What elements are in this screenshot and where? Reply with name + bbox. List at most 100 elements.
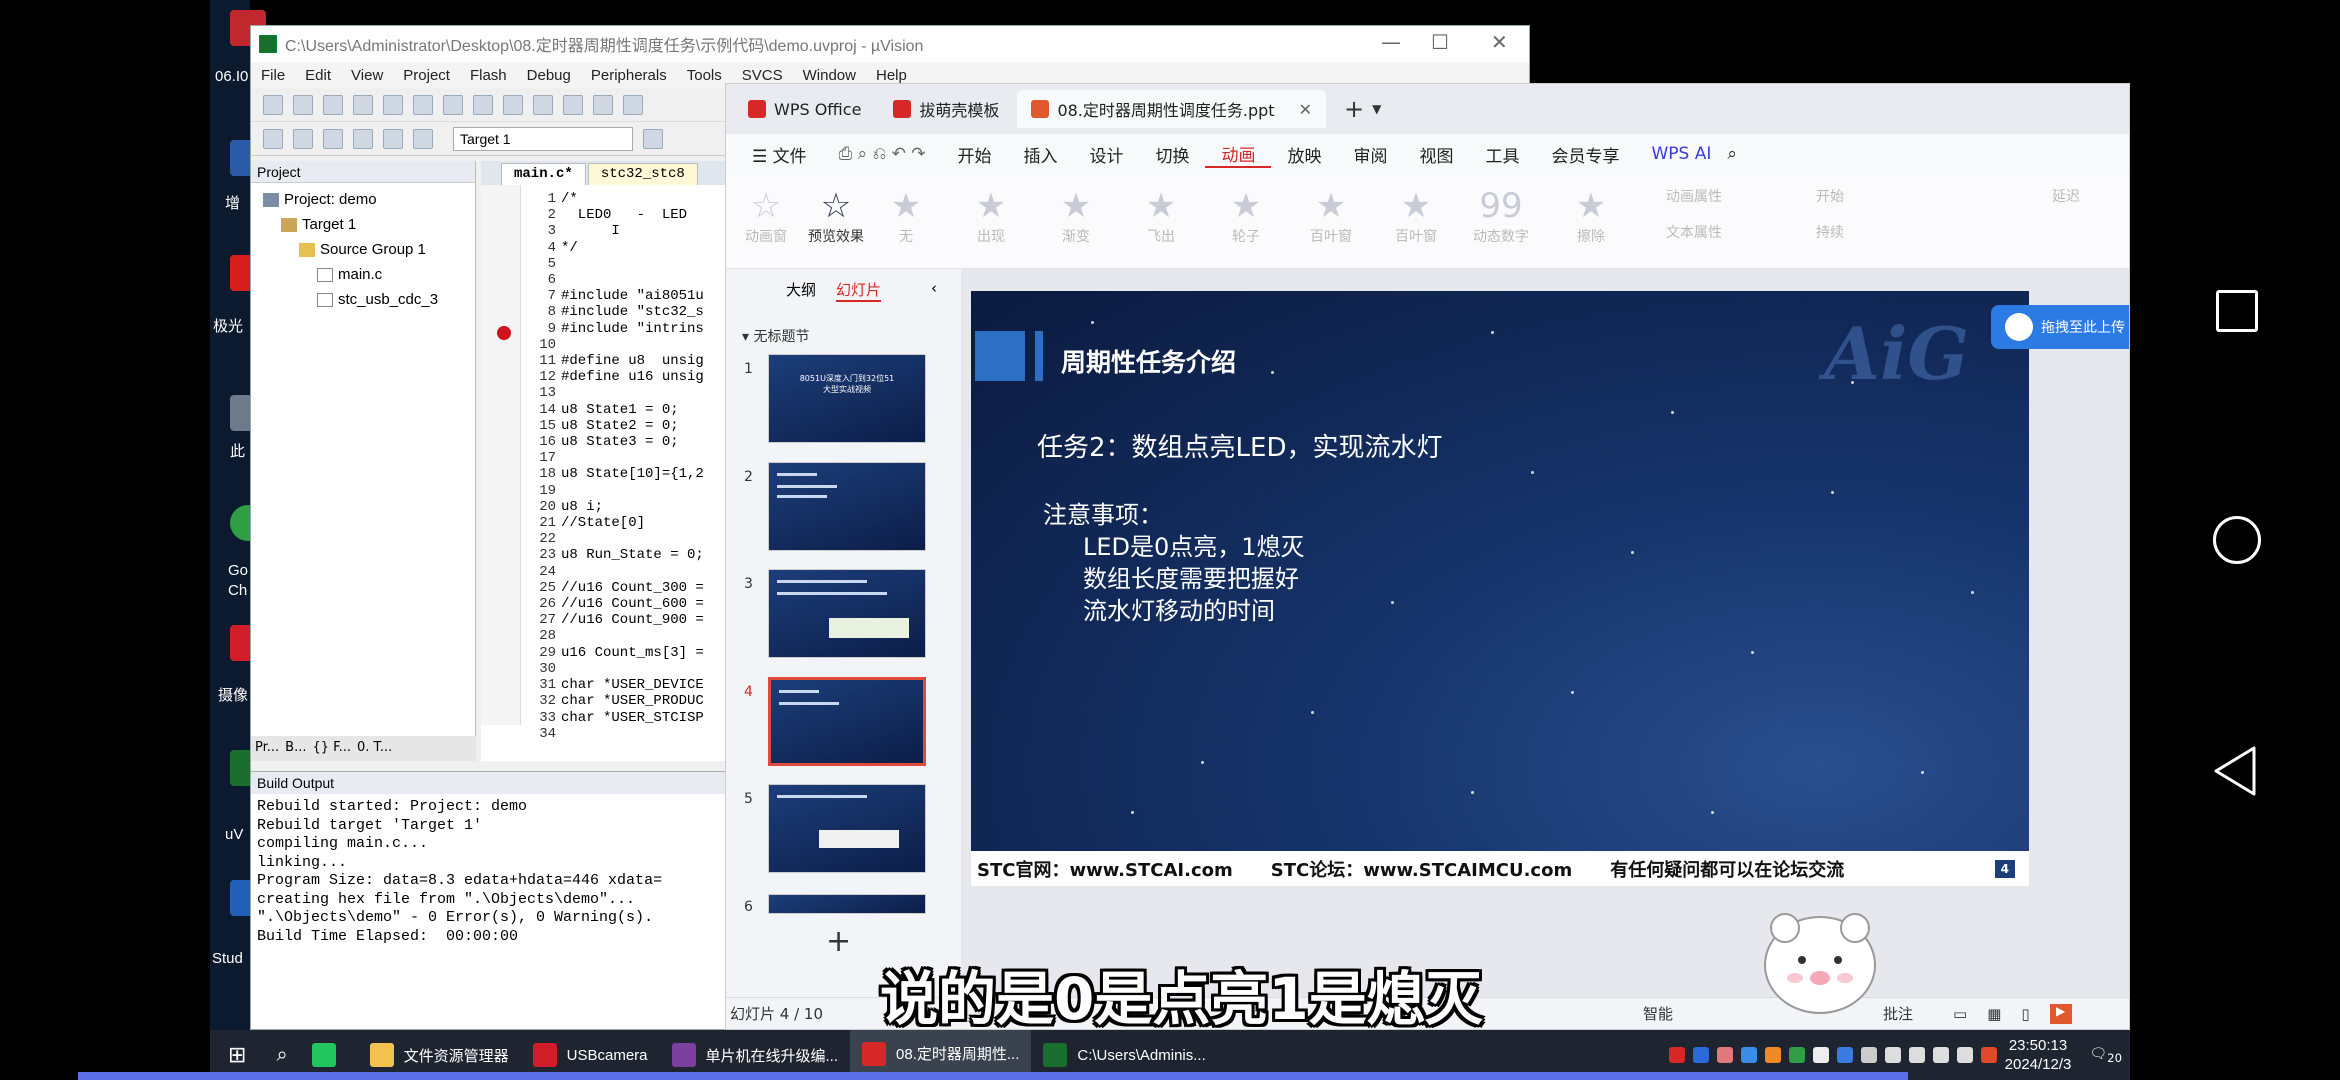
play-icon[interactable]: ▶ — [2049, 1003, 2072, 1024]
tab-main-c[interactable]: main.c* — [501, 163, 586, 185]
home-icon[interactable] — [2213, 516, 2261, 564]
tab-template[interactable]: 拔萌壳模板 — [879, 90, 1013, 128]
tree-file[interactable]: stc_usb_cdc_3 — [317, 291, 438, 308]
minimize-icon[interactable]: — — [1381, 30, 1401, 54]
menu-tools[interactable]: Tools — [677, 67, 732, 84]
ime-icon[interactable] — [1956, 1047, 1973, 1063]
tray-icon[interactable] — [1692, 1047, 1709, 1063]
tray-icon[interactable] — [1788, 1047, 1805, 1063]
anim-props[interactable]: 动画属性 文本属性 — [1666, 186, 1776, 242]
slide-thumbnail-selected[interactable] — [768, 677, 926, 766]
stop-build-icon[interactable] — [383, 128, 403, 149]
anim-wipe[interactable]: ★ 擦除 — [1556, 186, 1626, 246]
paste-icon[interactable] — [443, 94, 463, 115]
chevron-down-icon[interactable]: ▼ — [1372, 102, 1381, 116]
menu-insert[interactable]: 插入 — [1007, 142, 1073, 167]
slide-thumbnail[interactable] — [768, 569, 926, 658]
slide-thumbnail[interactable] — [768, 894, 926, 914]
mic-icon[interactable] — [1932, 1047, 1949, 1063]
section-title[interactable]: ▾ 无标题节 — [742, 326, 809, 346]
animation-pane-button[interactable]: ☆ 动画窗 — [731, 186, 801, 246]
bookmark-prev-icon[interactable] — [623, 94, 643, 115]
back-icon[interactable] — [2212, 745, 2258, 797]
wps-ai-button[interactable]: WPS AI — [1635, 144, 1727, 164]
tray-icon[interactable] — [1812, 1047, 1829, 1063]
menu-file[interactable]: ☰ 文件 — [736, 142, 823, 167]
slide-task-text[interactable]: 任务2：数组点亮LED，实现流水灯 — [1037, 427, 1442, 464]
translate-icon[interactable] — [263, 128, 283, 149]
tab-outline[interactable]: 大纲 — [786, 279, 816, 302]
nav-back-icon[interactable] — [533, 94, 553, 115]
normal-view-icon[interactable]: ▭ — [1953, 1005, 1967, 1023]
tab-project[interactable]: Pr... — [255, 740, 279, 757]
menu-view[interactable]: View — [341, 67, 393, 84]
preview-effect-button[interactable]: ☆ 预览效果 — [801, 186, 871, 246]
menu-design[interactable]: 设计 — [1073, 142, 1139, 167]
upload-button[interactable]: 拖拽至此上传 — [1991, 305, 2129, 349]
slide-title[interactable]: 周期性任务介绍 — [1061, 343, 1236, 379]
open-file-icon[interactable] — [293, 94, 313, 115]
maximize-icon[interactable]: ☐ — [1431, 30, 1449, 54]
tab-templates[interactable]: 0. T... — [357, 740, 392, 757]
tray-icon[interactable] — [1764, 1047, 1781, 1063]
tray-icon[interactable] — [1980, 1047, 1997, 1063]
tab-ppt[interactable]: 08.定时器周期性调度任务.ppt ✕ — [1017, 90, 1326, 128]
tab-wps-office[interactable]: WPS Office — [734, 90, 875, 128]
menu-vip[interactable]: 会员专享 — [1535, 142, 1635, 167]
tray-icon[interactable] — [1716, 1047, 1733, 1063]
menu-project[interactable]: Project — [393, 67, 460, 84]
menu-peripherals[interactable]: Peripherals — [581, 67, 677, 84]
menu-debug[interactable]: Debug — [517, 67, 581, 84]
menu-window[interactable]: Window — [793, 67, 866, 84]
code-text[interactable]: /* LED0 - LED I */ #include "ai8051u #in… — [561, 191, 704, 726]
target-options-icon[interactable] — [643, 128, 663, 149]
rebuild-icon[interactable] — [323, 128, 343, 149]
tree-file[interactable]: main.c — [317, 266, 382, 283]
volume-icon[interactable] — [1908, 1047, 1925, 1063]
clock[interactable]: 23:50:13 2024/12/3 — [2005, 1036, 2072, 1074]
anim-timing[interactable]: 开始 持续 — [1816, 186, 1896, 242]
anim-fade[interactable]: ★ 渐变 — [1041, 186, 1111, 246]
download-icon[interactable] — [413, 128, 433, 149]
save-icon[interactable] — [323, 94, 343, 115]
editor-gutter[interactable] — [481, 185, 521, 725]
slide-thumbnail[interactable]: 8051U深度入门到32位51大型实战视频 — [768, 354, 926, 443]
new-tab-icon[interactable]: + — [1344, 95, 1364, 123]
anim-none[interactable]: ★ 无 — [871, 186, 941, 246]
search-icon[interactable]: ⌕ — [1727, 144, 1737, 164]
menu-help[interactable]: Help — [866, 67, 917, 84]
anim-fly[interactable]: ★ 飞出 — [1126, 186, 1196, 246]
tree-project[interactable]: Project: demo — [263, 191, 377, 208]
network-icon[interactable] — [1884, 1047, 1901, 1063]
anim-blinds-2[interactable]: ★ 百叶窗 — [1381, 186, 1451, 246]
anim-dynamic-number[interactable]: 99 动态数字 — [1466, 186, 1536, 246]
tab-stc32[interactable]: stc32_stc8 — [587, 163, 698, 185]
menu-animation[interactable]: 动画 — [1205, 141, 1272, 168]
redo-icon[interactable] — [503, 94, 523, 115]
batch-build-icon[interactable] — [353, 128, 373, 149]
anim-wheel[interactable]: ★ 轮子 — [1211, 186, 1281, 246]
current-slide[interactable]: AiG 周期性任务介绍 任务2：数组点亮LED，实现流水灯 注意事项： LED是… — [971, 291, 2029, 886]
menu-review[interactable]: 审阅 — [1337, 142, 1403, 167]
menu-start[interactable]: 开始 — [941, 142, 1007, 167]
tray-icon[interactable] — [1740, 1047, 1757, 1063]
anim-blinds[interactable]: ★ 百叶窗 — [1296, 186, 1366, 246]
save-all-icon[interactable] — [353, 94, 373, 115]
menu-file[interactable]: File — [251, 67, 295, 84]
slide-thumbnail[interactable] — [768, 784, 926, 873]
cut-icon[interactable] — [383, 94, 403, 115]
tab-close-icon[interactable]: ✕ — [1299, 100, 1312, 119]
target-select[interactable]: Target 1 — [453, 126, 633, 151]
close-icon[interactable]: ✕ — [1491, 30, 1508, 54]
anim-appear[interactable]: ★ 出现 — [956, 186, 1026, 246]
anim-delay[interactable]: 延迟 — [2026, 186, 2106, 206]
build-icon[interactable] — [293, 128, 313, 149]
tray-icon[interactable] — [1668, 1047, 1685, 1063]
battery-icon[interactable] — [1860, 1047, 1877, 1063]
tab-functions[interactable]: {} F... — [313, 740, 351, 757]
nav-forward-icon[interactable] — [563, 94, 583, 115]
new-file-icon[interactable] — [263, 94, 283, 115]
menu-transition[interactable]: 切换 — [1139, 142, 1205, 167]
collapse-icon[interactable]: ‹ — [931, 279, 937, 302]
video-progress-bar[interactable] — [78, 1072, 1908, 1080]
